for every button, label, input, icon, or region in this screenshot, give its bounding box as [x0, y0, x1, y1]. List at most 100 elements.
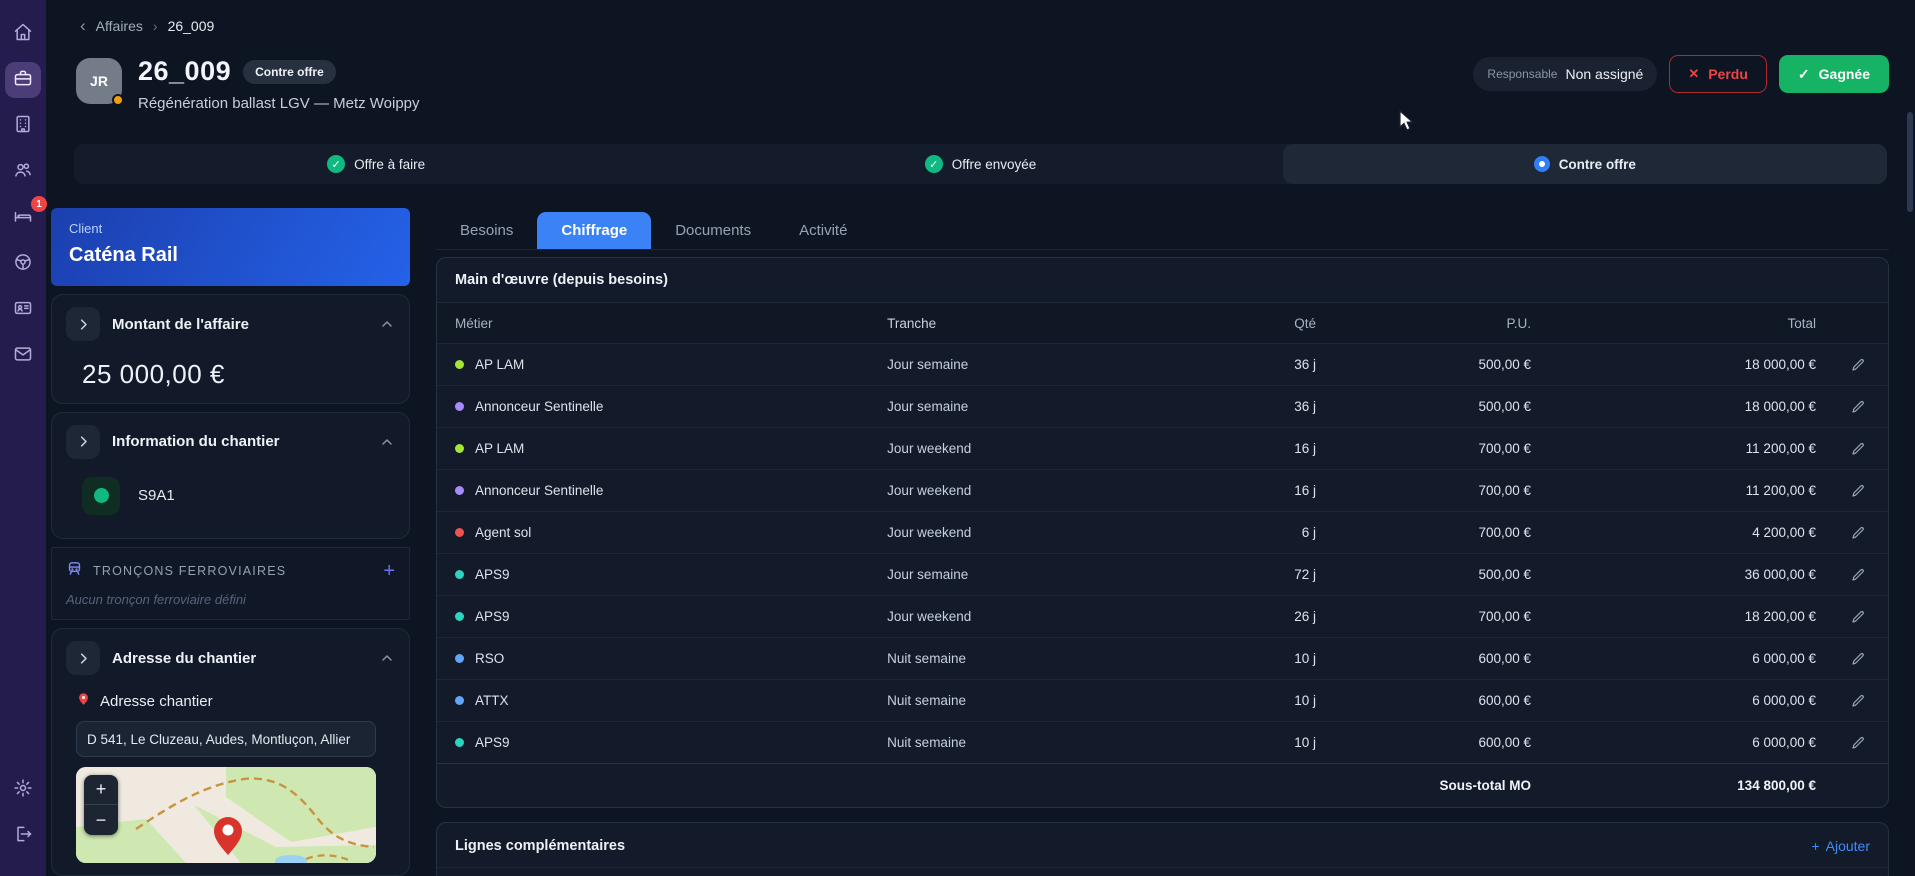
metier-color-dot-icon: [455, 528, 464, 537]
add-rail-section-button[interactable]: +: [383, 561, 395, 581]
breadcrumb-parent[interactable]: Affaires: [96, 18, 143, 34]
map-zoom-out-button[interactable]: −: [84, 805, 118, 835]
expand-site-info-button[interactable]: [66, 424, 100, 459]
total-value: 6 000,00 €: [1752, 735, 1816, 750]
step-done-check-icon: ✓: [327, 155, 346, 173]
total-value: 4 200,00 €: [1752, 525, 1816, 540]
sidebar-item-planning[interactable]: 1: [5, 196, 47, 236]
sidebar-item-equipes[interactable]: [5, 154, 41, 190]
step-offre-envoyee[interactable]: ✓ Offre envoyée: [678, 144, 1282, 184]
collapse-chevron-icon[interactable]: [379, 434, 395, 450]
metier-color-dot-icon: [455, 570, 464, 579]
qte-value: 10 j: [1294, 735, 1316, 750]
tab-documents[interactable]: Documents: [651, 212, 775, 249]
rail-sections-panel: TRONÇONS FERROVIAIRES + Aucun tronçon fe…: [51, 547, 410, 620]
client-card[interactable]: Client Caténa Rail: [51, 208, 410, 287]
lost-button[interactable]: ✕ Perdu: [1669, 55, 1767, 93]
column-header-tranche: Tranche: [887, 315, 937, 331]
pu-value: 600,00 €: [1478, 651, 1531, 666]
step-contre-offre[interactable]: Contre offre: [1282, 144, 1887, 184]
collapse-chevron-icon[interactable]: [379, 650, 395, 666]
map-pin-icon: [76, 691, 91, 711]
mail-icon: [13, 344, 33, 369]
responsable-pill[interactable]: Responsable Non assigné: [1473, 57, 1658, 91]
avatar[interactable]: JR: [76, 58, 124, 106]
metier-color-dot-icon: [455, 360, 464, 369]
won-button[interactable]: ✓ Gagnée: [1778, 55, 1889, 93]
sidebar-item-entreprises[interactable]: [5, 108, 41, 144]
step-label: Contre offre: [1558, 156, 1636, 172]
sidebar-item-logout[interactable]: [5, 818, 41, 854]
breadcrumb-separator-icon: ›: [152, 18, 158, 34]
labor-table-title: Main d'œuvre (depuis besoins): [437, 258, 1888, 303]
qte-value: 72 j: [1294, 567, 1316, 582]
metier-value: Agent sol: [475, 525, 532, 540]
pu-value: 500,00 €: [1478, 399, 1531, 414]
edit-row-button[interactable]: [1846, 563, 1870, 587]
address-card-title: Adresse du chantier: [112, 649, 257, 667]
steering-icon: [13, 252, 33, 277]
map-widget[interactable]: + −: [76, 767, 376, 863]
qte-value: 26 j: [1294, 609, 1316, 624]
edit-row-button[interactable]: [1846, 479, 1870, 503]
tranche-value: Nuit semaine: [887, 693, 966, 708]
status-badge: Contre offre: [243, 59, 336, 84]
collapse-chevron-icon[interactable]: [379, 316, 395, 332]
edit-row-button[interactable]: [1846, 689, 1870, 713]
column-header-metier: Métier: [455, 315, 493, 331]
sidebar-item-pilotage[interactable]: [5, 246, 41, 282]
sidebar-item-settings[interactable]: [5, 772, 41, 808]
tab-chiffrage[interactable]: Chiffrage: [537, 212, 652, 249]
vertical-scrollbar[interactable]: [1907, 112, 1913, 212]
edit-row-button[interactable]: [1846, 605, 1870, 629]
expand-amount-button[interactable]: [66, 307, 100, 342]
page-title: 26_009: [138, 56, 232, 86]
table-row: Annonceur Sentinelle Jour semaine 36 j 5…: [437, 385, 1888, 427]
sidebar-item-home[interactable]: [5, 16, 41, 52]
total-value: 18 000,00 €: [1744, 399, 1816, 414]
pu-value: 700,00 €: [1478, 441, 1531, 456]
table-row: Annonceur Sentinelle Jour weekend 16 j 7…: [437, 469, 1888, 511]
back-chevron-icon[interactable]: ‹: [80, 16, 86, 36]
total-value: 18 200,00 €: [1744, 609, 1816, 624]
metier-value: Annonceur Sentinelle: [475, 399, 604, 414]
metier-value: RSO: [475, 651, 505, 666]
metier-color-dot-icon: [455, 612, 464, 621]
pu-value: 600,00 €: [1478, 693, 1531, 708]
qte-value: 6 j: [1301, 525, 1316, 540]
metier-value: APS9: [475, 609, 510, 624]
tab-besoins[interactable]: Besoins: [436, 212, 537, 249]
pu-value: 700,00 €: [1478, 525, 1531, 540]
edit-row-button[interactable]: [1846, 731, 1870, 755]
edit-row-button[interactable]: [1846, 647, 1870, 671]
amount-card-title: Montant de l'affaire: [112, 315, 249, 333]
settings-gear-icon: [13, 778, 33, 803]
qte-value: 36 j: [1294, 399, 1316, 414]
total-value: 6 000,00 €: [1752, 651, 1816, 666]
edit-row-button[interactable]: [1846, 395, 1870, 419]
edit-row-button[interactable]: [1846, 521, 1870, 545]
address-input[interactable]: [76, 721, 376, 757]
table-row: AP LAM Jour weekend 16 j 700,00 € 11 200…: [437, 427, 1888, 469]
sidebar-item-messages[interactable]: [5, 338, 41, 374]
client-label: Client: [69, 221, 103, 236]
sidebar-item-badges[interactable]: [5, 292, 41, 328]
edit-row-button[interactable]: [1846, 437, 1870, 461]
step-label: Offre à faire: [354, 156, 426, 172]
add-extra-line-button[interactable]: + Ajouter: [1811, 838, 1870, 854]
edit-row-button[interactable]: [1846, 353, 1870, 377]
deal-amount: 25 000,00 €: [82, 359, 225, 390]
notification-badge: 1: [31, 196, 47, 212]
metier-value: AP LAM: [475, 441, 525, 456]
sidebar-item-affaires[interactable]: [5, 62, 41, 98]
metier-color-dot-icon: [455, 738, 464, 747]
metier-color-dot-icon: [455, 402, 464, 411]
pu-value: 500,00 €: [1478, 357, 1531, 372]
map-zoom-in-button[interactable]: +: [84, 775, 118, 805]
expand-address-button[interactable]: [66, 641, 100, 675]
step-offre-a-faire[interactable]: ✓ Offre à faire: [74, 144, 678, 184]
tranche-value: Jour semaine: [887, 399, 969, 414]
address-card: Adresse du chantier Adresse chantier D 5…: [51, 628, 410, 876]
tab-activite[interactable]: Activité: [775, 212, 871, 249]
site-status-chip[interactable]: S9A1: [82, 476, 395, 515]
